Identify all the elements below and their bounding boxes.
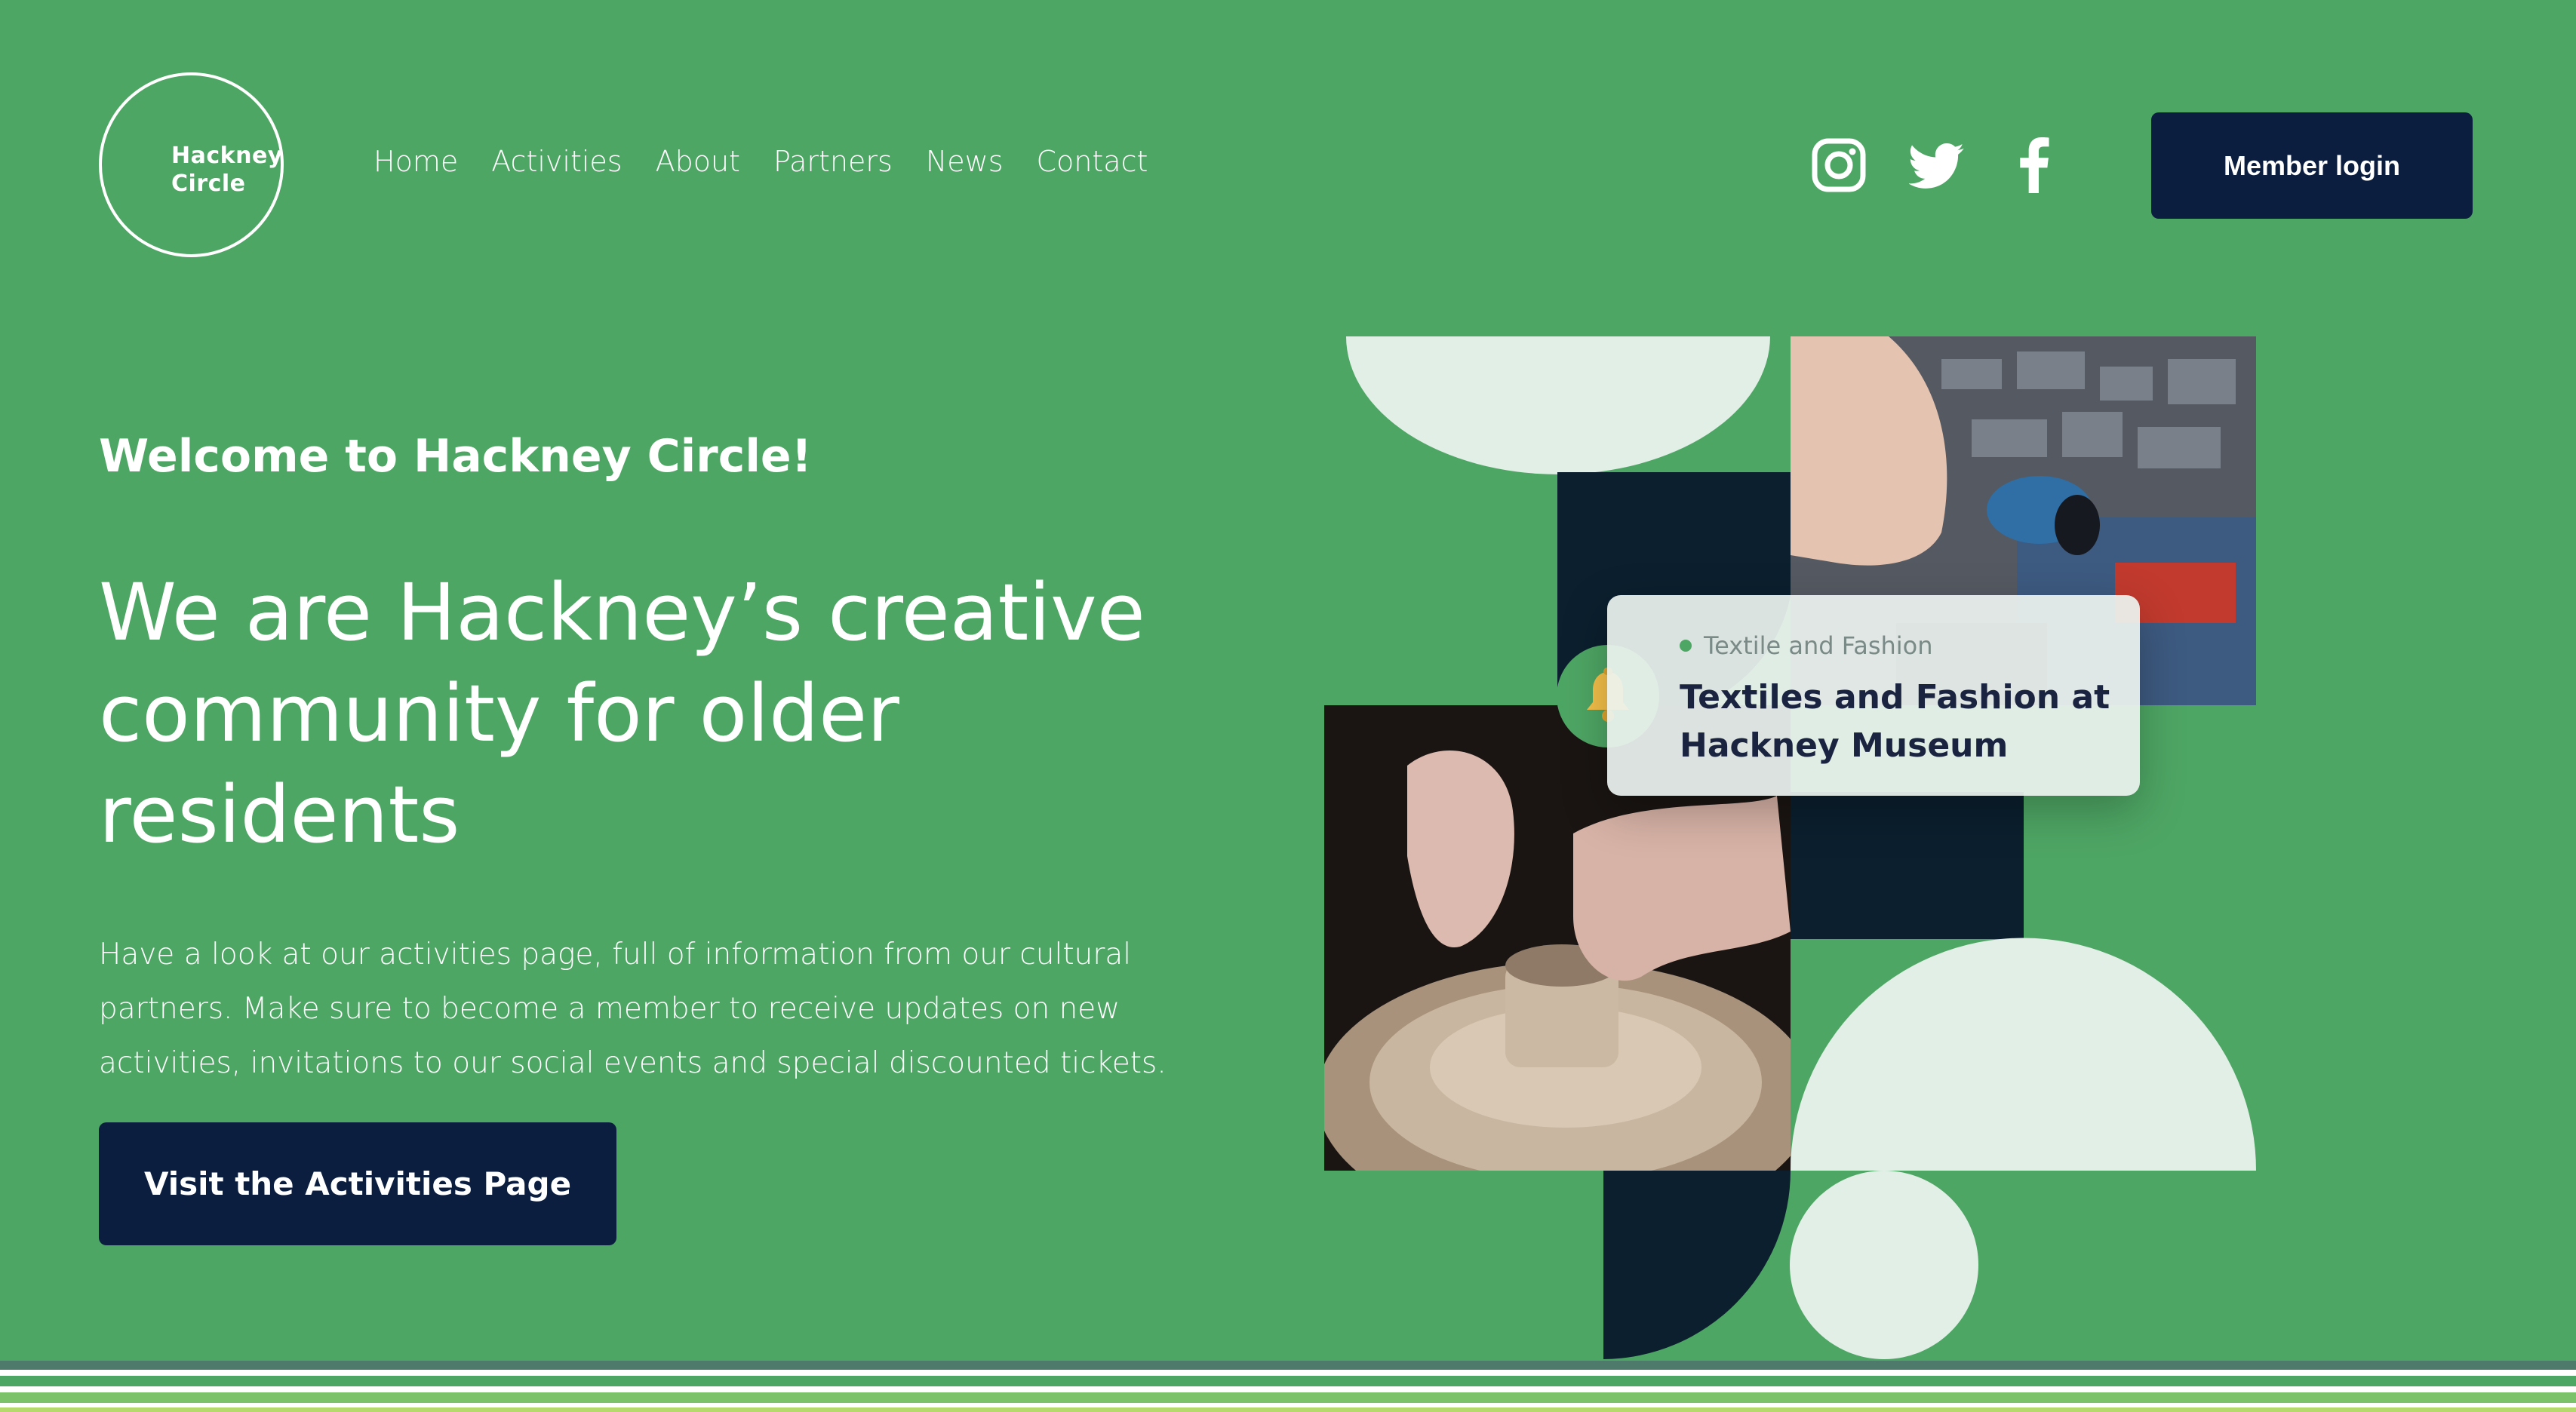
nav-activities[interactable]: Activities bbox=[491, 145, 622, 178]
social-links bbox=[1811, 137, 2063, 193]
bottom-stripes bbox=[0, 1361, 2576, 1412]
nav-home[interactable]: Home bbox=[373, 145, 458, 178]
hero-headline: We are Hackney’s creative community for … bbox=[99, 566, 1145, 861]
welcome-heading: Welcome to Hackney Circle! bbox=[99, 430, 812, 483]
nav-contact[interactable]: Contact bbox=[1037, 145, 1148, 178]
instagram-icon[interactable] bbox=[1811, 137, 1867, 193]
logo-text: Hackney Circle bbox=[171, 143, 283, 197]
event-tag-label: Textile and Fashion bbox=[1704, 631, 1933, 660]
nav-news[interactable]: News bbox=[926, 145, 1004, 178]
event-card[interactable]: Textile and Fashion Textiles and Fashion… bbox=[1607, 595, 2140, 796]
pale-half-circle-lower bbox=[1791, 938, 2256, 1171]
tag-dot bbox=[1680, 640, 1692, 652]
event-title: Textiles and Fashion at Hackney Museum bbox=[1680, 678, 2110, 765]
pale-circle-bottom bbox=[1790, 1171, 1978, 1359]
logo[interactable]: Hackney Circle bbox=[99, 72, 284, 257]
nav-about[interactable]: About bbox=[656, 145, 740, 178]
twitter-icon[interactable] bbox=[1909, 137, 1965, 193]
dark-quarter-bottom bbox=[1603, 1171, 1791, 1359]
main-nav: Home Activities About Partners News Cont… bbox=[373, 145, 1148, 178]
visit-activities-button[interactable]: Visit the Activities Page bbox=[99, 1122, 616, 1245]
nav-partners[interactable]: Partners bbox=[773, 145, 893, 178]
event-tag: Textile and Fashion bbox=[1680, 631, 1933, 660]
facebook-icon[interactable] bbox=[2007, 137, 2063, 193]
pale-half-circle-top bbox=[1346, 336, 1770, 474]
dark-block-middle bbox=[1791, 792, 2024, 939]
member-login-button[interactable]: Member login bbox=[2151, 112, 2473, 219]
hero-description: Have a look at our activities page, full… bbox=[99, 938, 1167, 1080]
